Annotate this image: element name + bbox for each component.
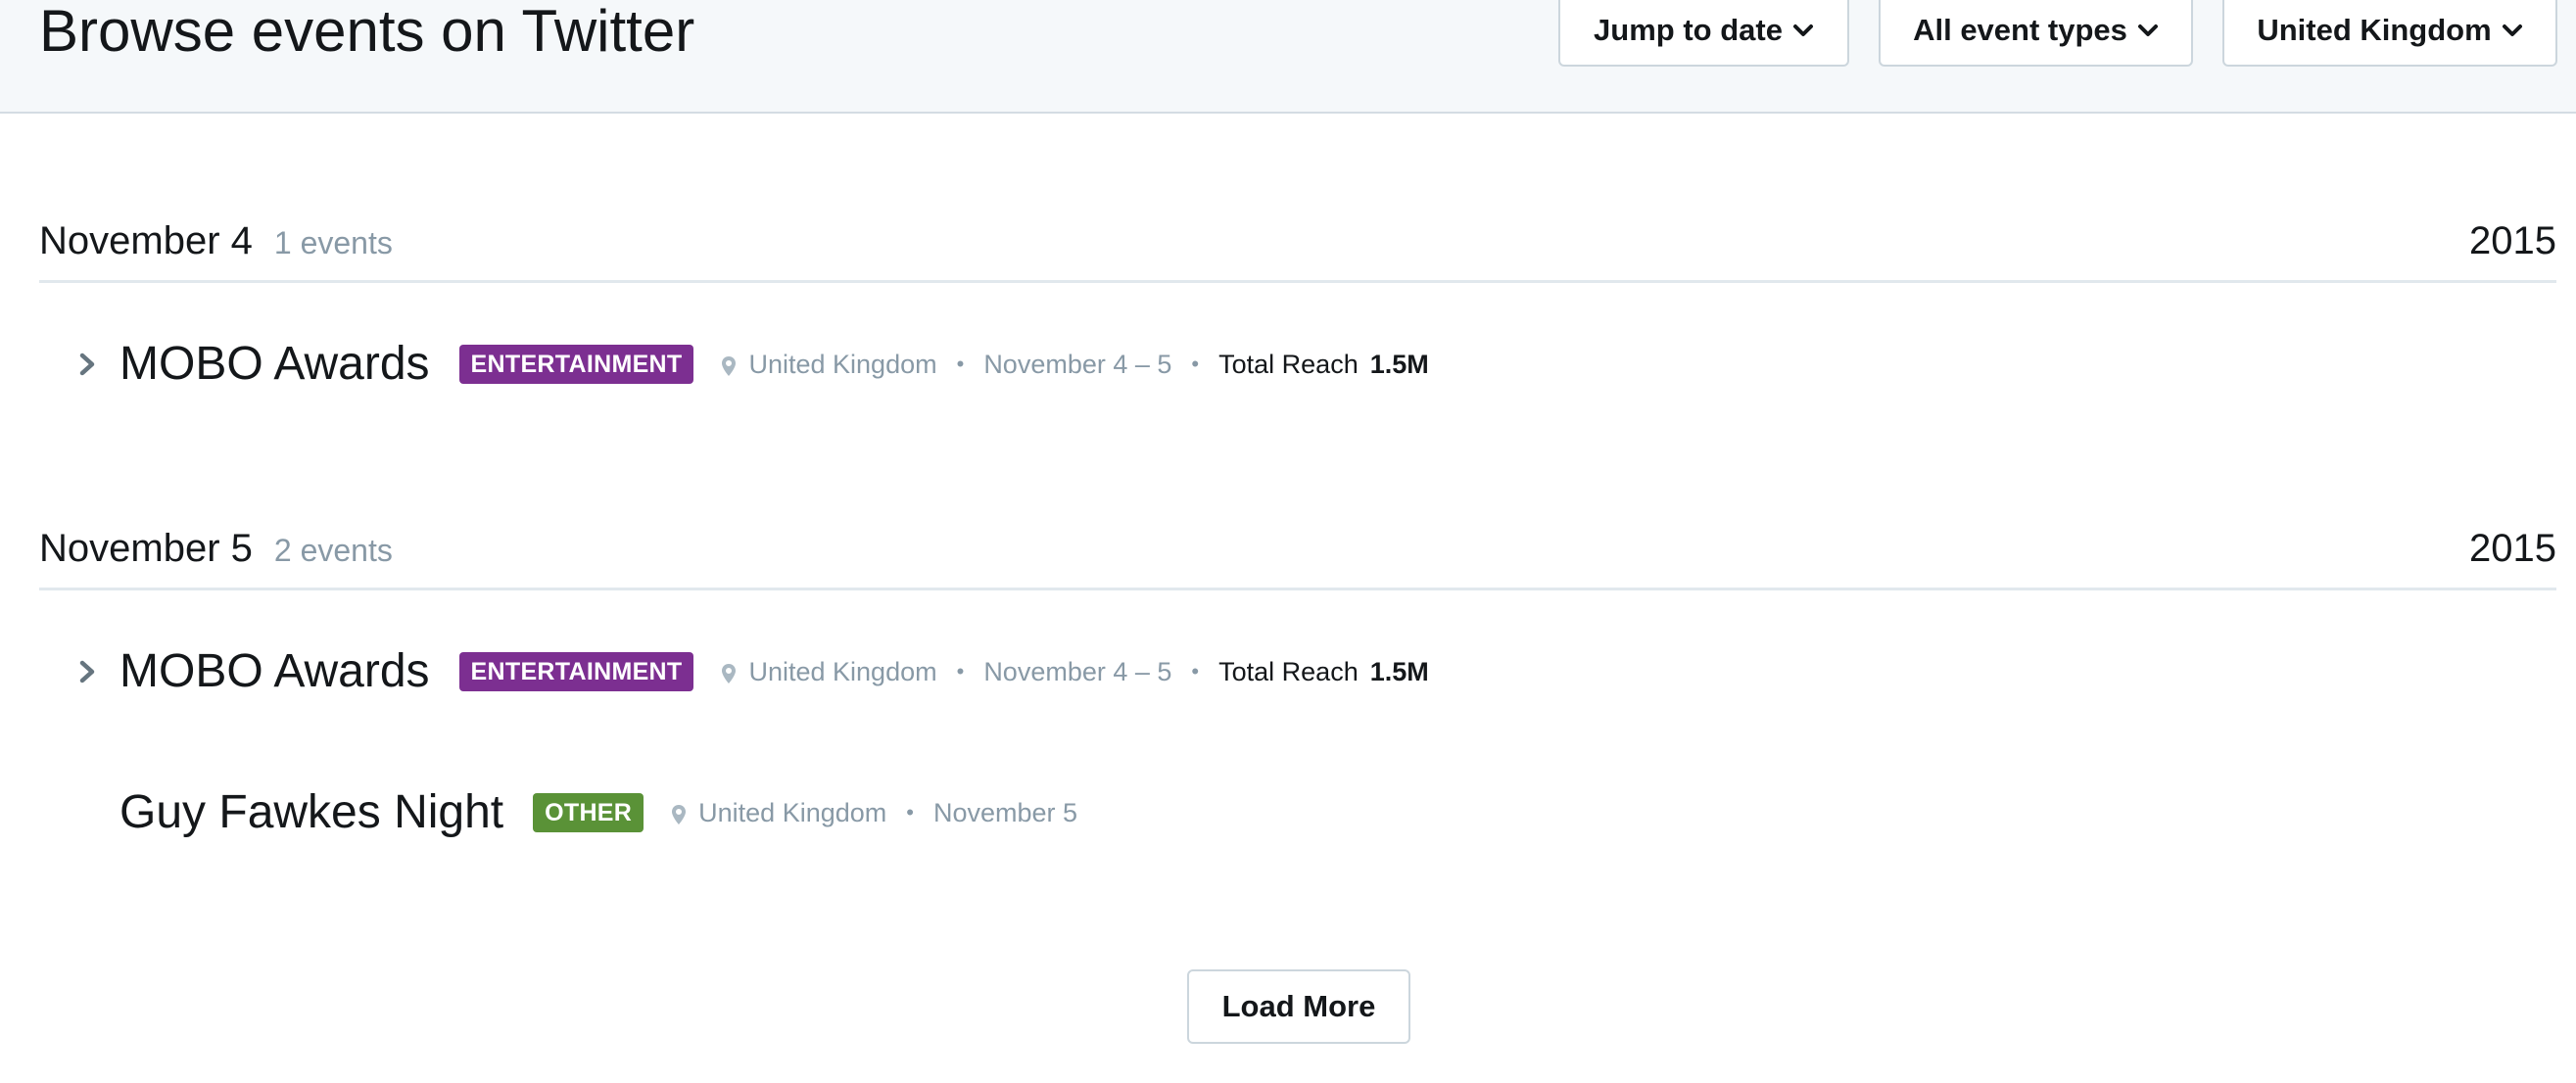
divider	[39, 588, 2556, 590]
country-label: United Kingdom	[2257, 13, 2492, 47]
separator-dot: •	[956, 352, 965, 376]
separator-dot: •	[1191, 659, 1200, 683]
chevron-down-icon	[2137, 20, 2159, 41]
reach-value: 1.5M	[1369, 656, 1429, 686]
category-badge: ENTERTAINMENT	[458, 652, 694, 691]
day-date: November 4	[39, 219, 253, 262]
day-header: November 4 1 events 2015	[39, 219, 2556, 262]
map-pin-icon	[721, 661, 737, 683]
event-location: United Kingdom	[748, 349, 937, 379]
category-badge: ENTERTAINMENT	[458, 345, 694, 384]
event-type-dropdown[interactable]: All event types	[1879, 0, 2193, 67]
event-dates: November 4 – 5	[983, 349, 1172, 379]
event-row[interactable]: MOBO Awards ENTERTAINMENT United Kingdom…	[76, 642, 1429, 701]
chevron-right-icon[interactable]	[76, 657, 100, 686]
day-date-group: November 4 1 events	[39, 219, 393, 264]
jump-to-date-dropdown[interactable]: Jump to date	[1558, 0, 1849, 67]
jump-to-date-label: Jump to date	[1594, 13, 1783, 47]
day-year: 2015	[2469, 527, 2556, 570]
load-more-button[interactable]: Load More	[1187, 969, 1410, 1044]
event-row[interactable]: MOBO Awards ENTERTAINMENT United Kingdom…	[76, 335, 1429, 394]
reach-label: Total Reach	[1218, 656, 1359, 686]
chevron-right-icon[interactable]	[76, 350, 100, 379]
day-date: November 5	[39, 527, 253, 570]
map-pin-icon	[721, 353, 737, 376]
event-dates: November 4 – 5	[983, 656, 1172, 686]
event-name[interactable]: MOBO Awards	[119, 335, 430, 394]
event-name[interactable]: MOBO Awards	[119, 642, 430, 701]
day-header: November 5 2 events 2015	[39, 527, 2556, 570]
event-dates: November 5	[932, 797, 1078, 827]
day-year: 2015	[2469, 219, 2556, 262]
divider	[39, 280, 2556, 283]
chevron-down-icon	[2502, 20, 2523, 41]
country-dropdown[interactable]: United Kingdom	[2222, 0, 2557, 67]
separator-dot: •	[906, 800, 914, 824]
day-date-group: November 5 2 events	[39, 527, 393, 572]
event-location: United Kingdom	[698, 797, 887, 827]
event-type-label: All event types	[1913, 13, 2127, 47]
event-location: United Kingdom	[748, 656, 937, 686]
event-count: 1 events	[273, 225, 393, 260]
event-meta: United Kingdom • November 4 – 5 • Total …	[721, 349, 1429, 380]
map-pin-icon	[671, 802, 687, 824]
category-badge: OTHER	[533, 793, 644, 832]
chevron-down-icon	[1792, 20, 1814, 41]
event-name[interactable]: Guy Fawkes Night	[119, 783, 503, 842]
reach-label: Total Reach	[1218, 349, 1359, 379]
reach-value: 1.5M	[1369, 349, 1429, 379]
event-row[interactable]: Guy Fawkes Night OTHER United Kingdom • …	[76, 783, 1077, 842]
event-meta: United Kingdom • November 4 – 5 • Total …	[721, 656, 1429, 687]
separator-dot: •	[1191, 352, 1200, 376]
separator-dot: •	[956, 659, 965, 683]
page-header: Browse events on Twitter Jump to date Al…	[0, 0, 2576, 114]
event-count: 2 events	[273, 533, 393, 568]
event-meta: United Kingdom • November 5	[671, 798, 1077, 828]
page-title: Browse events on Twitter	[39, 0, 695, 64]
